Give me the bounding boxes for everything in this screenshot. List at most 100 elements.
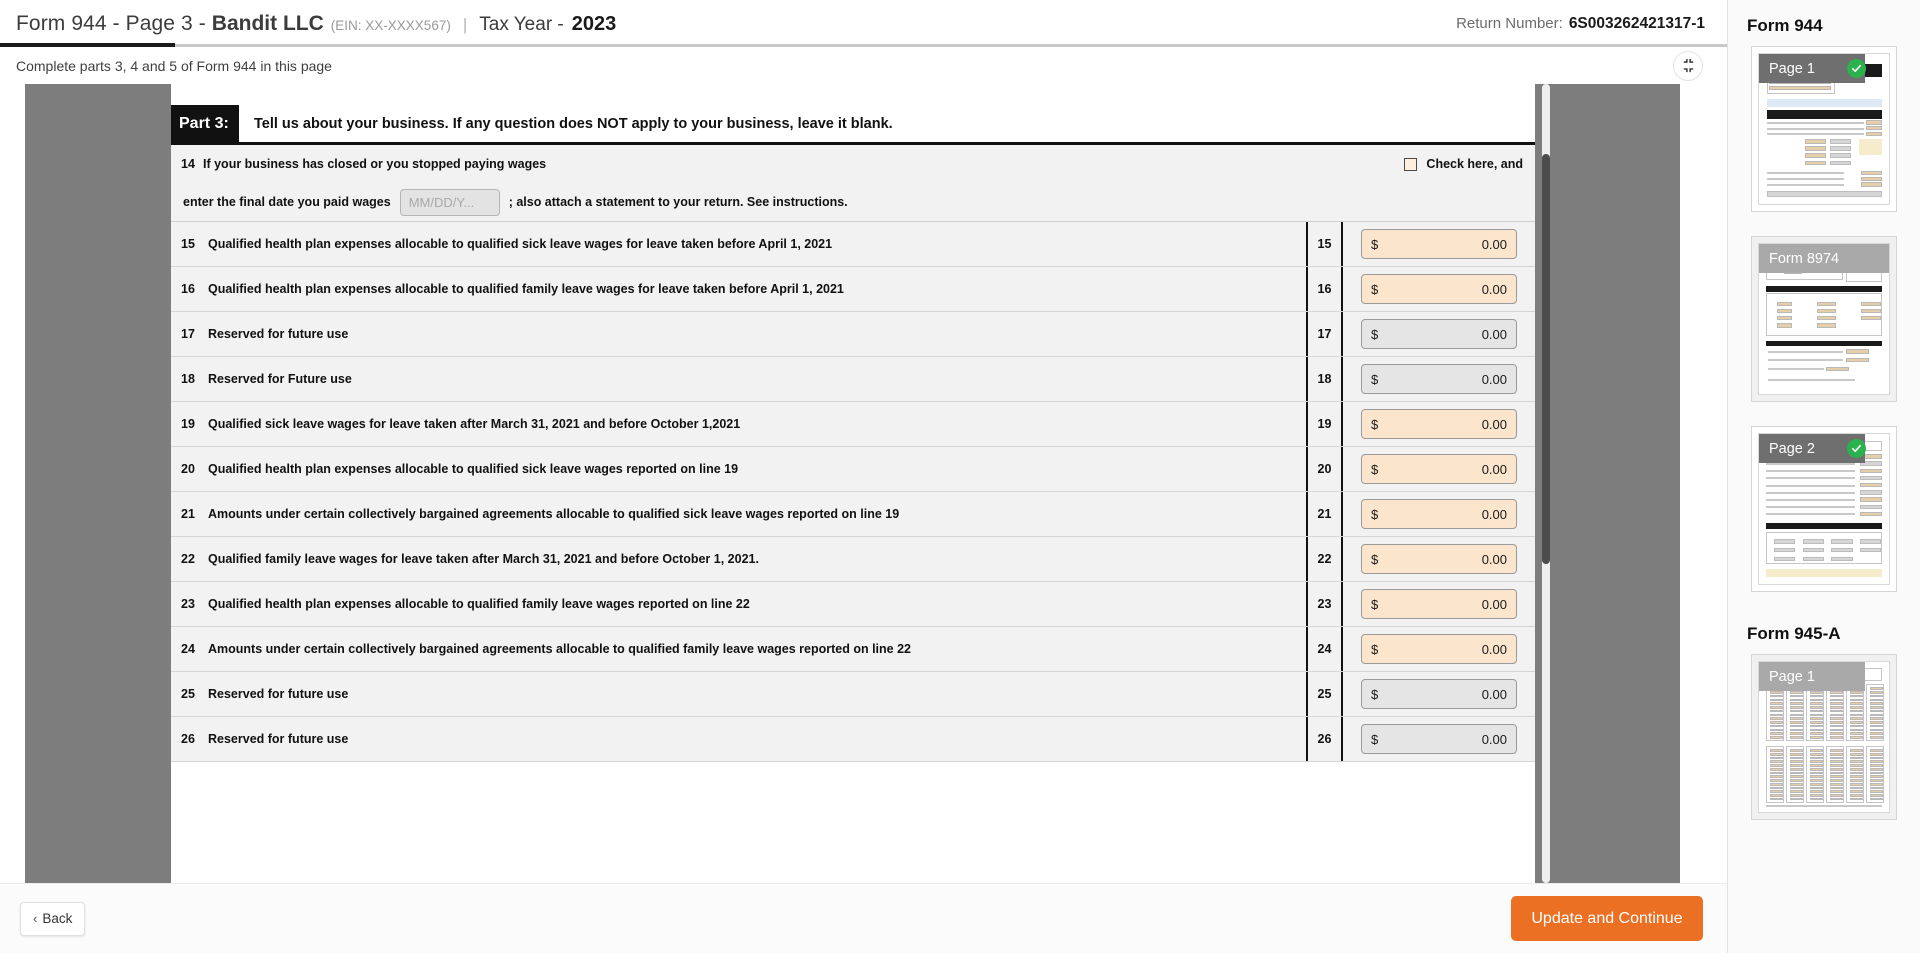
sidebar-thumbnail[interactable]: Page 1 (1751, 46, 1897, 212)
line-text: Qualified health plan expenses allocable… (208, 462, 739, 476)
amount-input-17: $0.00 (1361, 319, 1517, 349)
form-line-row: 20 Qualified health plan expenses allocab… (171, 447, 1535, 492)
amount-value: 0.00 (1481, 281, 1507, 297)
line-14-row-date: enter the final date you paid wages ; al… (171, 183, 1535, 221)
line-14-date-lead-text: enter the final date you paid wages (183, 195, 391, 209)
line-number-cell: 15 (1308, 222, 1343, 266)
sidebar-thumbnail[interactable]: Page 1 (1751, 654, 1897, 820)
line-number: 22 (181, 552, 195, 566)
amount-value: 0.00 (1481, 236, 1507, 252)
line-14-number: 14 (181, 157, 195, 171)
line-amount-cell: $0.00 (1343, 492, 1535, 536)
line-number-cell: 25 (1308, 672, 1343, 716)
line-number: 17 (181, 327, 195, 341)
line-amount-cell: $0.00 (1343, 627, 1535, 671)
page-title-company: Bandit LLC (211, 11, 324, 35)
currency-symbol: $ (1371, 326, 1379, 342)
return-number-value: 6S003262421317-1 (1568, 14, 1705, 32)
line-number: 16 (181, 282, 195, 296)
form-scrollbar-thumb[interactable] (1542, 154, 1550, 564)
amount-input-15[interactable]: $0.00 (1361, 229, 1517, 259)
line-text: Amounts under certain collectively barga… (208, 642, 911, 656)
line-number: 23 (181, 597, 195, 611)
form-line-row: 19 Qualified sick leave wages for leave t… (171, 402, 1535, 447)
page-subheader: Complete parts 3, 4 and 5 of Form 944 in… (0, 47, 1727, 84)
completed-check-icon (1847, 439, 1866, 458)
business-closed-checkbox[interactable] (1404, 157, 1418, 171)
line-number: 19 (181, 417, 195, 431)
sidebar-thumbnail[interactable]: Page 2 (1751, 426, 1897, 592)
business-closed-checkbox-label: Check here, and (1426, 157, 1523, 171)
amount-input-21[interactable]: $0.00 (1361, 499, 1517, 529)
line-14-checkbox-group: Check here, and (1404, 157, 1523, 171)
part-label: Part 3: (171, 105, 239, 142)
amount-value: 0.00 (1481, 596, 1507, 612)
amount-input-19[interactable]: $0.00 (1361, 409, 1517, 439)
line-number-cell: 16 (1308, 267, 1343, 311)
sidebar-group-title: Form 944 (1747, 16, 1823, 35)
line-number-cell: 17 (1308, 312, 1343, 356)
line-number-cell: 23 (1308, 582, 1343, 626)
sidebar-thumbnail[interactable]: Form 8974 (1751, 236, 1897, 402)
line-description-cell: 25 Reserved for future use (171, 672, 1308, 716)
page-title-separator: | (462, 14, 468, 34)
line-text: Qualified sick leave wages for leave tak… (208, 417, 741, 431)
line-amount-cell: $0.00 (1343, 222, 1535, 266)
final-date-paid-wages-input[interactable] (399, 188, 500, 216)
line-amount-cell: $0.00 (1343, 312, 1535, 356)
line-description-cell: 18 Reserved for Future use (171, 357, 1308, 401)
form-scroll-region[interactable]: Part 3: Tell us about your business. If … (171, 84, 1535, 883)
currency-symbol: $ (1371, 371, 1379, 387)
line-14-text: If your business has closed or you stopp… (203, 157, 547, 171)
currency-symbol: $ (1371, 686, 1379, 702)
form-vertical-scrollbar[interactable] (1542, 84, 1550, 883)
line-number: 15 (181, 237, 195, 251)
amount-input-20[interactable]: $0.00 (1361, 454, 1517, 484)
document-backdrop-left (25, 84, 171, 883)
chevron-left-icon: ‹ (33, 911, 38, 926)
line-number: 21 (181, 507, 195, 521)
thumbnail-page-preview: Page 1 (1758, 661, 1890, 813)
update-and-continue-button[interactable]: Update and Continue (1511, 896, 1703, 941)
amount-input-24[interactable]: $0.00 (1361, 634, 1517, 664)
line-amount-cell: $0.00 (1343, 447, 1535, 491)
currency-symbol: $ (1371, 416, 1379, 432)
line-number: 26 (181, 732, 195, 746)
tax-year-label: Tax Year - (479, 13, 564, 35)
line-description-cell: 19 Qualified sick leave wages for leave t… (171, 402, 1308, 446)
page-instruction-text: Complete parts 3, 4 and 5 of Form 944 in… (16, 57, 332, 74)
page-header: Form 944 - Page 3 - Bandit LLC (EIN: XX-… (0, 0, 1727, 47)
line-text: Qualified health plan expenses allocable… (208, 237, 833, 251)
amount-value: 0.00 (1481, 641, 1507, 657)
amount-input-23[interactable]: $0.00 (1361, 589, 1517, 619)
line-number-cell: 22 (1308, 537, 1343, 581)
line-text: Reserved for future use (208, 687, 349, 701)
line-description-cell: 22 Qualified family leave wages for leave… (171, 537, 1308, 581)
line-text: Reserved for future use (208, 732, 349, 746)
return-number-label: Return Number: (1456, 14, 1563, 32)
line-amount-cell: $0.00 (1343, 582, 1535, 626)
line-description-cell: 15 Qualified health plan expenses allocab… (171, 222, 1308, 266)
form-line-row: 23 Qualified health plan expenses allocab… (171, 582, 1535, 627)
currency-symbol: $ (1371, 641, 1379, 657)
document-backdrop-right (1535, 84, 1680, 883)
amount-input-22[interactable]: $0.00 (1361, 544, 1517, 574)
amount-value: 0.00 (1481, 731, 1507, 747)
compress-arrows-icon[interactable] (1673, 50, 1703, 81)
thumbnail-label: Form 8974 (1759, 244, 1889, 273)
amount-value: 0.00 (1481, 506, 1507, 522)
line-number-cell: 26 (1308, 717, 1343, 761)
line-14-date-tail-text: ; also attach a statement to your return… (508, 195, 848, 209)
line-description-cell: 26 Reserved for future use (171, 717, 1308, 761)
completed-check-icon (1847, 59, 1866, 78)
form-line-row: 24 Amounts under certain collectively bar… (171, 627, 1535, 672)
line-text: Reserved for future use (208, 327, 349, 341)
part-description: Tell us about your business. If any ques… (254, 115, 893, 132)
amount-input-18: $0.00 (1361, 364, 1517, 394)
back-button-label: Back (42, 911, 73, 926)
forms-sidebar[interactable]: Form 944 Page 1 Form 8974 Page 2 Form 945-A P… (1727, 0, 1920, 953)
form-line-row: 15 Qualified health plan expenses allocab… (171, 222, 1535, 267)
form-line-14: 14 If your business has closed or you st… (171, 145, 1535, 222)
amount-input-16[interactable]: $0.00 (1361, 274, 1517, 304)
back-button[interactable]: ‹ Back (20, 901, 86, 936)
